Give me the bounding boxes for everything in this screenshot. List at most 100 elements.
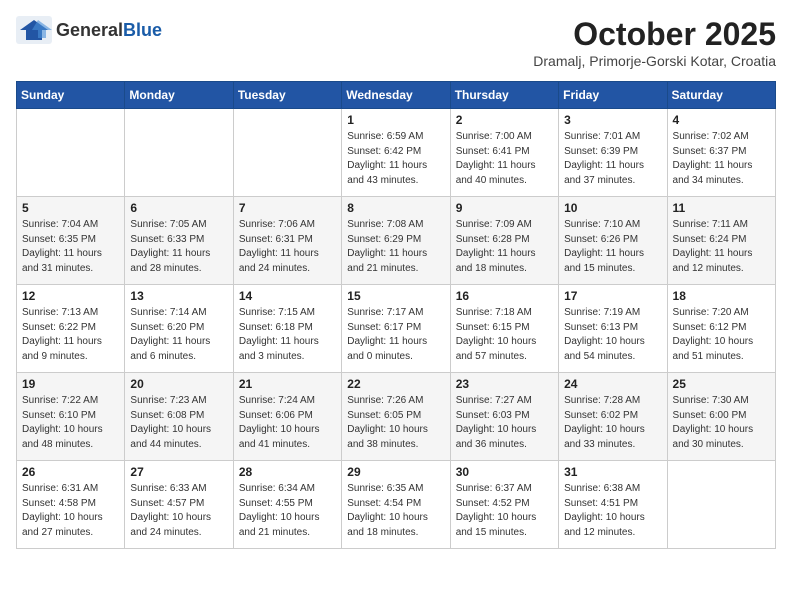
day-number: 3 bbox=[564, 113, 661, 127]
day-info: Sunrise: 7:17 AM Sunset: 6:17 PM Dayligh… bbox=[347, 306, 444, 364]
logo-blue-text: Blue bbox=[123, 20, 162, 40]
day-info: Sunrise: 6:31 AM Sunset: 4:58 PM Dayligh… bbox=[22, 482, 119, 540]
weekday-header: Tuesday bbox=[233, 82, 341, 109]
day-info: Sunrise: 7:06 AM Sunset: 6:31 PM Dayligh… bbox=[239, 218, 336, 276]
day-number: 14 bbox=[239, 289, 336, 303]
day-number: 11 bbox=[673, 201, 770, 215]
day-number: 5 bbox=[22, 201, 119, 215]
calendar-cell: 24 Sunrise: 7:28 AM Sunset: 6:02 PM Dayli… bbox=[559, 373, 667, 461]
calendar-cell: 4 Sunrise: 7:02 AM Sunset: 6:37 PM Daylig… bbox=[667, 109, 775, 197]
day-info: Sunrise: 7:26 AM Sunset: 6:05 PM Dayligh… bbox=[347, 394, 444, 452]
day-info: Sunrise: 7:09 AM Sunset: 6:28 PM Dayligh… bbox=[456, 218, 553, 276]
calendar-cell: 12 Sunrise: 7:13 AM Sunset: 6:22 PM Dayli… bbox=[17, 285, 125, 373]
weekday-header-row: SundayMondayTuesdayWednesdayThursdayFrid… bbox=[17, 82, 776, 109]
calendar-cell: 19 Sunrise: 7:22 AM Sunset: 6:10 PM Dayli… bbox=[17, 373, 125, 461]
day-info: Sunrise: 6:34 AM Sunset: 4:55 PM Dayligh… bbox=[239, 482, 336, 540]
day-info: Sunrise: 7:18 AM Sunset: 6:15 PM Dayligh… bbox=[456, 306, 553, 364]
calendar-cell bbox=[233, 109, 341, 197]
calendar-cell: 11Sunrise: 7:11 AM Sunset: 6:24 PM Dayli… bbox=[667, 197, 775, 285]
day-info: Sunrise: 7:13 AM Sunset: 6:22 PM Dayligh… bbox=[22, 306, 119, 364]
day-info: Sunrise: 6:33 AM Sunset: 4:57 PM Dayligh… bbox=[130, 482, 227, 540]
day-number: 29 bbox=[347, 465, 444, 479]
calendar-location: Dramalj, Primorje-Gorski Kotar, Croatia bbox=[533, 53, 776, 69]
day-number: 7 bbox=[239, 201, 336, 215]
calendar-cell bbox=[125, 109, 233, 197]
day-info: Sunrise: 7:04 AM Sunset: 6:35 PM Dayligh… bbox=[22, 218, 119, 276]
day-number: 23 bbox=[456, 377, 553, 391]
day-number: 20 bbox=[130, 377, 227, 391]
day-info: Sunrise: 7:20 AM Sunset: 6:12 PM Dayligh… bbox=[673, 306, 770, 364]
day-info: Sunrise: 6:59 AM Sunset: 6:42 PM Dayligh… bbox=[347, 130, 444, 188]
day-number: 26 bbox=[22, 465, 119, 479]
day-number: 21 bbox=[239, 377, 336, 391]
day-number: 10 bbox=[564, 201, 661, 215]
calendar-cell: 23Sunrise: 7:27 AM Sunset: 6:03 PM Dayli… bbox=[450, 373, 558, 461]
calendar-cell: 20 Sunrise: 7:23 AM Sunset: 6:08 PM Dayli… bbox=[125, 373, 233, 461]
day-info: Sunrise: 7:14 AM Sunset: 6:20 PM Dayligh… bbox=[130, 306, 227, 364]
calendar-cell: 22 Sunrise: 7:26 AM Sunset: 6:05 PM Dayli… bbox=[342, 373, 450, 461]
calendar-cell: 13 Sunrise: 7:14 AM Sunset: 6:20 PM Dayli… bbox=[125, 285, 233, 373]
calendar-cell bbox=[667, 461, 775, 549]
calendar-cell: 15 Sunrise: 7:17 AM Sunset: 6:17 PM Dayli… bbox=[342, 285, 450, 373]
calendar-cell: 29Sunrise: 6:35 AM Sunset: 4:54 PM Dayli… bbox=[342, 461, 450, 549]
day-number: 12 bbox=[22, 289, 119, 303]
weekday-header: Wednesday bbox=[342, 82, 450, 109]
calendar-cell: 27 Sunrise: 6:33 AM Sunset: 4:57 PM Dayli… bbox=[125, 461, 233, 549]
calendar-week-row: 1 Sunrise: 6:59 AM Sunset: 6:42 PM Daylig… bbox=[17, 109, 776, 197]
day-number: 13 bbox=[130, 289, 227, 303]
calendar-cell: 28Sunrise: 6:34 AM Sunset: 4:55 PM Dayli… bbox=[233, 461, 341, 549]
weekday-header: Monday bbox=[125, 82, 233, 109]
day-info: Sunrise: 7:24 AM Sunset: 6:06 PM Dayligh… bbox=[239, 394, 336, 452]
day-info: Sunrise: 7:05 AM Sunset: 6:33 PM Dayligh… bbox=[130, 218, 227, 276]
calendar-cell: 17Sunrise: 7:19 AM Sunset: 6:13 PM Dayli… bbox=[559, 285, 667, 373]
day-number: 2 bbox=[456, 113, 553, 127]
calendar-cell: 7 Sunrise: 7:06 AM Sunset: 6:31 PM Daylig… bbox=[233, 197, 341, 285]
calendar-week-row: 5 Sunrise: 7:04 AM Sunset: 6:35 PM Daylig… bbox=[17, 197, 776, 285]
day-number: 25 bbox=[673, 377, 770, 391]
day-number: 19 bbox=[22, 377, 119, 391]
calendar-cell: 31Sunrise: 6:38 AM Sunset: 4:51 PM Dayli… bbox=[559, 461, 667, 549]
calendar-title: October 2025 bbox=[533, 16, 776, 53]
day-info: Sunrise: 7:30 AM Sunset: 6:00 PM Dayligh… bbox=[673, 394, 770, 452]
calendar-cell: 16 Sunrise: 7:18 AM Sunset: 6:15 PM Dayli… bbox=[450, 285, 558, 373]
day-number: 18 bbox=[673, 289, 770, 303]
day-number: 22 bbox=[347, 377, 444, 391]
day-number: 1 bbox=[347, 113, 444, 127]
day-number: 9 bbox=[456, 201, 553, 215]
title-block: October 2025 Dramalj, Primorje-Gorski Ko… bbox=[533, 16, 776, 69]
day-number: 31 bbox=[564, 465, 661, 479]
day-number: 15 bbox=[347, 289, 444, 303]
day-info: Sunrise: 7:23 AM Sunset: 6:08 PM Dayligh… bbox=[130, 394, 227, 452]
day-info: Sunrise: 7:22 AM Sunset: 6:10 PM Dayligh… bbox=[22, 394, 119, 452]
page-header: GeneralBlue October 2025 Dramalj, Primor… bbox=[16, 16, 776, 69]
calendar-week-row: 19 Sunrise: 7:22 AM Sunset: 6:10 PM Dayli… bbox=[17, 373, 776, 461]
calendar-cell: 21 Sunrise: 7:24 AM Sunset: 6:06 PM Dayli… bbox=[233, 373, 341, 461]
day-info: Sunrise: 7:28 AM Sunset: 6:02 PM Dayligh… bbox=[564, 394, 661, 452]
calendar-cell: 18 Sunrise: 7:20 AM Sunset: 6:12 PM Dayli… bbox=[667, 285, 775, 373]
weekday-header: Thursday bbox=[450, 82, 558, 109]
calendar-cell: 8Sunrise: 7:08 AM Sunset: 6:29 PM Daylig… bbox=[342, 197, 450, 285]
day-number: 16 bbox=[456, 289, 553, 303]
weekday-header: Sunday bbox=[17, 82, 125, 109]
calendar-cell: 2Sunrise: 7:00 AM Sunset: 6:41 PM Daylig… bbox=[450, 109, 558, 197]
day-number: 27 bbox=[130, 465, 227, 479]
logo-general-text: General bbox=[56, 20, 123, 40]
day-number: 6 bbox=[130, 201, 227, 215]
calendar-cell: 5 Sunrise: 7:04 AM Sunset: 6:35 PM Daylig… bbox=[17, 197, 125, 285]
day-info: Sunrise: 7:15 AM Sunset: 6:18 PM Dayligh… bbox=[239, 306, 336, 364]
calendar-cell: 1 Sunrise: 6:59 AM Sunset: 6:42 PM Daylig… bbox=[342, 109, 450, 197]
day-number: 4 bbox=[673, 113, 770, 127]
calendar-cell: 25 Sunrise: 7:30 AM Sunset: 6:00 PM Dayli… bbox=[667, 373, 775, 461]
day-info: Sunrise: 7:01 AM Sunset: 6:39 PM Dayligh… bbox=[564, 130, 661, 188]
day-number: 24 bbox=[564, 377, 661, 391]
calendar-cell: 3 Sunrise: 7:01 AM Sunset: 6:39 PM Daylig… bbox=[559, 109, 667, 197]
day-number: 8 bbox=[347, 201, 444, 215]
calendar-cell bbox=[17, 109, 125, 197]
day-number: 30 bbox=[456, 465, 553, 479]
calendar-cell: 6 Sunrise: 7:05 AM Sunset: 6:33 PM Daylig… bbox=[125, 197, 233, 285]
calendar-week-row: 12 Sunrise: 7:13 AM Sunset: 6:22 PM Dayli… bbox=[17, 285, 776, 373]
calendar-table: SundayMondayTuesdayWednesdayThursdayFrid… bbox=[16, 81, 776, 549]
weekday-header: Friday bbox=[559, 82, 667, 109]
day-info: Sunrise: 7:02 AM Sunset: 6:37 PM Dayligh… bbox=[673, 130, 770, 188]
calendar-cell: 14 Sunrise: 7:15 AM Sunset: 6:18 PM Dayli… bbox=[233, 285, 341, 373]
